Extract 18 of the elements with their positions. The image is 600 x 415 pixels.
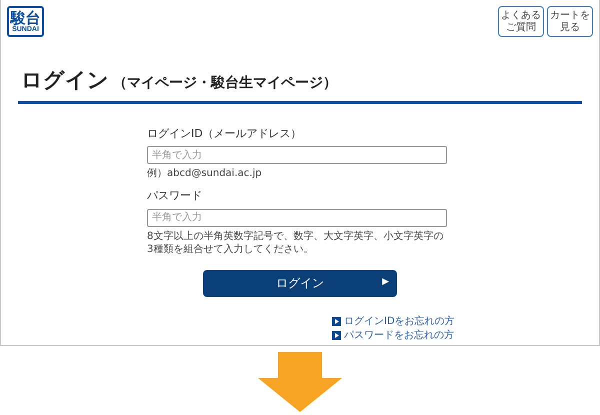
input-field[interactable]: 半角で入力 (147, 146, 447, 164)
down-arrow-icon (258, 352, 342, 412)
header-button[interactable]: カートを 見る (547, 6, 593, 37)
field-hint: 8文字以上の半角英数字記号で、数字、大文字英字、小文字英字の3種類を組合せて入力してください。 (147, 230, 444, 256)
play-icon (332, 331, 341, 340)
logo-kanji: 駿台 (10, 10, 40, 26)
play-icon (332, 317, 341, 326)
header-button[interactable]: よくある ご質問 (498, 6, 544, 37)
login-button[interactable]: ログイン ▶ (203, 270, 397, 296)
field-label: ログインID（メールアドレス） (147, 126, 303, 142)
field-label: パスワード (147, 188, 203, 204)
input-field[interactable]: 半角で入力 (147, 208, 447, 226)
link[interactable]: ログインIDをお忘れの方 (332, 314, 455, 328)
play-icon: ▶ (382, 276, 389, 290)
field-hint: 例）abcd@sundai.ac.jp (147, 167, 263, 180)
page-subtitle: （マイページ・駿台生マイページ） (113, 74, 337, 93)
link[interactable]: パスワードをお忘れの方 (332, 328, 455, 342)
page-title: ログイン (21, 67, 109, 94)
